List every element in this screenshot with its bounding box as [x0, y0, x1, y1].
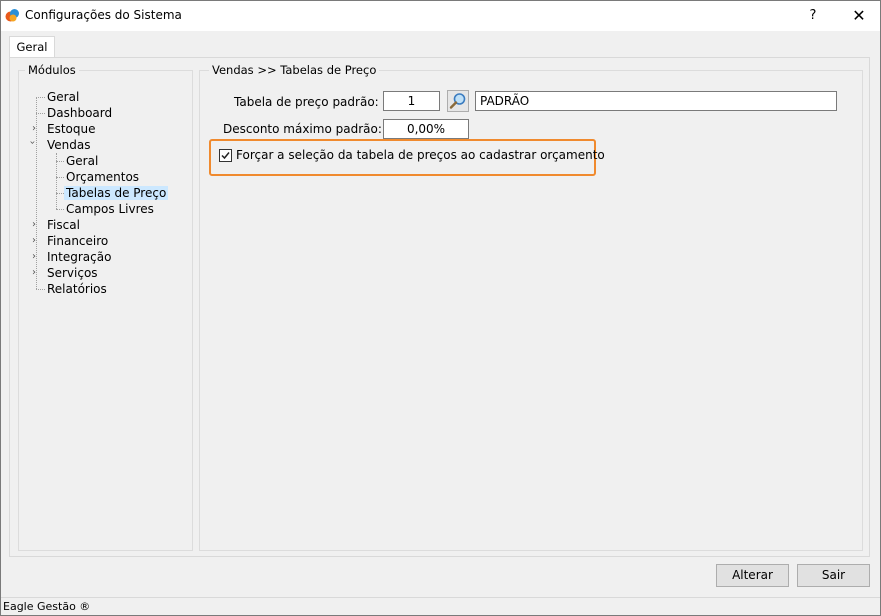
tree-item-dashboard[interactable]: Dashboard — [47, 106, 112, 120]
tree-item-tabelas-de-preco[interactable]: Tabelas de Preço — [64, 186, 169, 200]
tree-item-orcamentos[interactable]: Orçamentos — [66, 170, 139, 184]
tree-item-label: Tabelas de Preço — [64, 186, 169, 200]
chevron-right-icon[interactable]: › — [32, 267, 36, 278]
modules-legend: Módulos — [25, 63, 79, 77]
tree-connector — [36, 97, 37, 289]
tree-connector — [56, 161, 64, 162]
tree-item-label: Vendas — [47, 138, 91, 152]
price-table-label: Tabela de preço padrão: — [234, 95, 379, 109]
status-text: Eagle Gestão ® — [3, 600, 91, 613]
window-title: Configurações do Sistema — [25, 8, 182, 22]
price-table-name-field: PADRÃO — [475, 91, 837, 111]
tree-item-financeiro[interactable]: Financeiro — [47, 234, 108, 248]
chevron-right-icon[interactable]: › — [32, 235, 36, 246]
tree-item-label: Serviços — [47, 266, 98, 280]
close-button[interactable]: ✕ — [841, 1, 877, 31]
title-bar: Configurações do Sistema ? ✕ — [1, 1, 880, 31]
tree-item-label: Campos Livres — [66, 202, 154, 216]
tree-item-campos-livres[interactable]: Campos Livres — [66, 202, 154, 216]
alter-button[interactable]: Alterar — [716, 564, 789, 587]
search-icon — [449, 93, 466, 109]
modules-group: Módulos — [18, 63, 193, 551]
help-button[interactable]: ? — [797, 1, 829, 31]
tree-connector — [56, 193, 64, 194]
price-table-code-input[interactable]: 1 — [383, 91, 440, 111]
tree-item-integracao[interactable]: Integração — [47, 250, 111, 264]
tree-item-label: Geral — [47, 90, 80, 104]
checkmark-icon — [221, 152, 230, 160]
chevron-right-icon[interactable]: › — [32, 219, 36, 230]
tree-connector — [36, 289, 45, 290]
tree-item-label: Financeiro — [47, 234, 109, 248]
tree-item-estoque[interactable]: Estoque — [47, 122, 96, 136]
status-bar: Eagle Gestão ® — [1, 597, 880, 615]
force-price-table-label[interactable]: Forçar a seleção da tabela de preços ao … — [236, 148, 605, 162]
tree-item-vendas-geral[interactable]: Geral — [66, 154, 98, 168]
exit-button[interactable]: Sair — [797, 564, 870, 587]
settings-legend: Vendas >> Tabelas de Preço — [209, 63, 380, 77]
tree-connector — [56, 209, 64, 210]
search-button[interactable] — [447, 90, 469, 112]
tree-item-label: Geral — [66, 154, 99, 168]
tree-item-label: Relatórios — [47, 282, 107, 296]
tree-item-label: Integração — [47, 250, 112, 264]
tree-item-fiscal[interactable]: Fiscal — [47, 218, 80, 232]
chevron-right-icon[interactable]: › — [32, 123, 36, 134]
tree-connector — [56, 177, 64, 178]
tree-item-vendas[interactable]: Vendas — [47, 138, 91, 152]
chevron-down-icon[interactable]: › — [27, 141, 38, 145]
tree-item-geral[interactable]: Geral — [47, 90, 79, 104]
tree-item-servicos[interactable]: Serviços — [47, 266, 98, 280]
tree-item-label: Fiscal — [47, 218, 80, 232]
settings-window: Configurações do Sistema ? ✕ Geral Módul… — [0, 0, 881, 616]
tree-item-label: Orçamentos — [66, 170, 140, 184]
tree-connector — [36, 97, 45, 98]
app-logo-icon — [5, 9, 19, 22]
chevron-right-icon[interactable]: › — [32, 251, 36, 262]
tree-connector — [36, 113, 45, 114]
force-price-table-checkbox[interactable] — [219, 149, 232, 162]
tree-item-label: Estoque — [47, 122, 96, 136]
tab-geral[interactable]: Geral — [9, 36, 55, 58]
discount-input[interactable]: 0,00% — [383, 119, 469, 139]
tree-item-relatorios[interactable]: Relatórios — [47, 282, 107, 296]
discount-label: Desconto máximo padrão: — [223, 122, 382, 136]
tree-item-label: Dashboard — [47, 106, 113, 120]
